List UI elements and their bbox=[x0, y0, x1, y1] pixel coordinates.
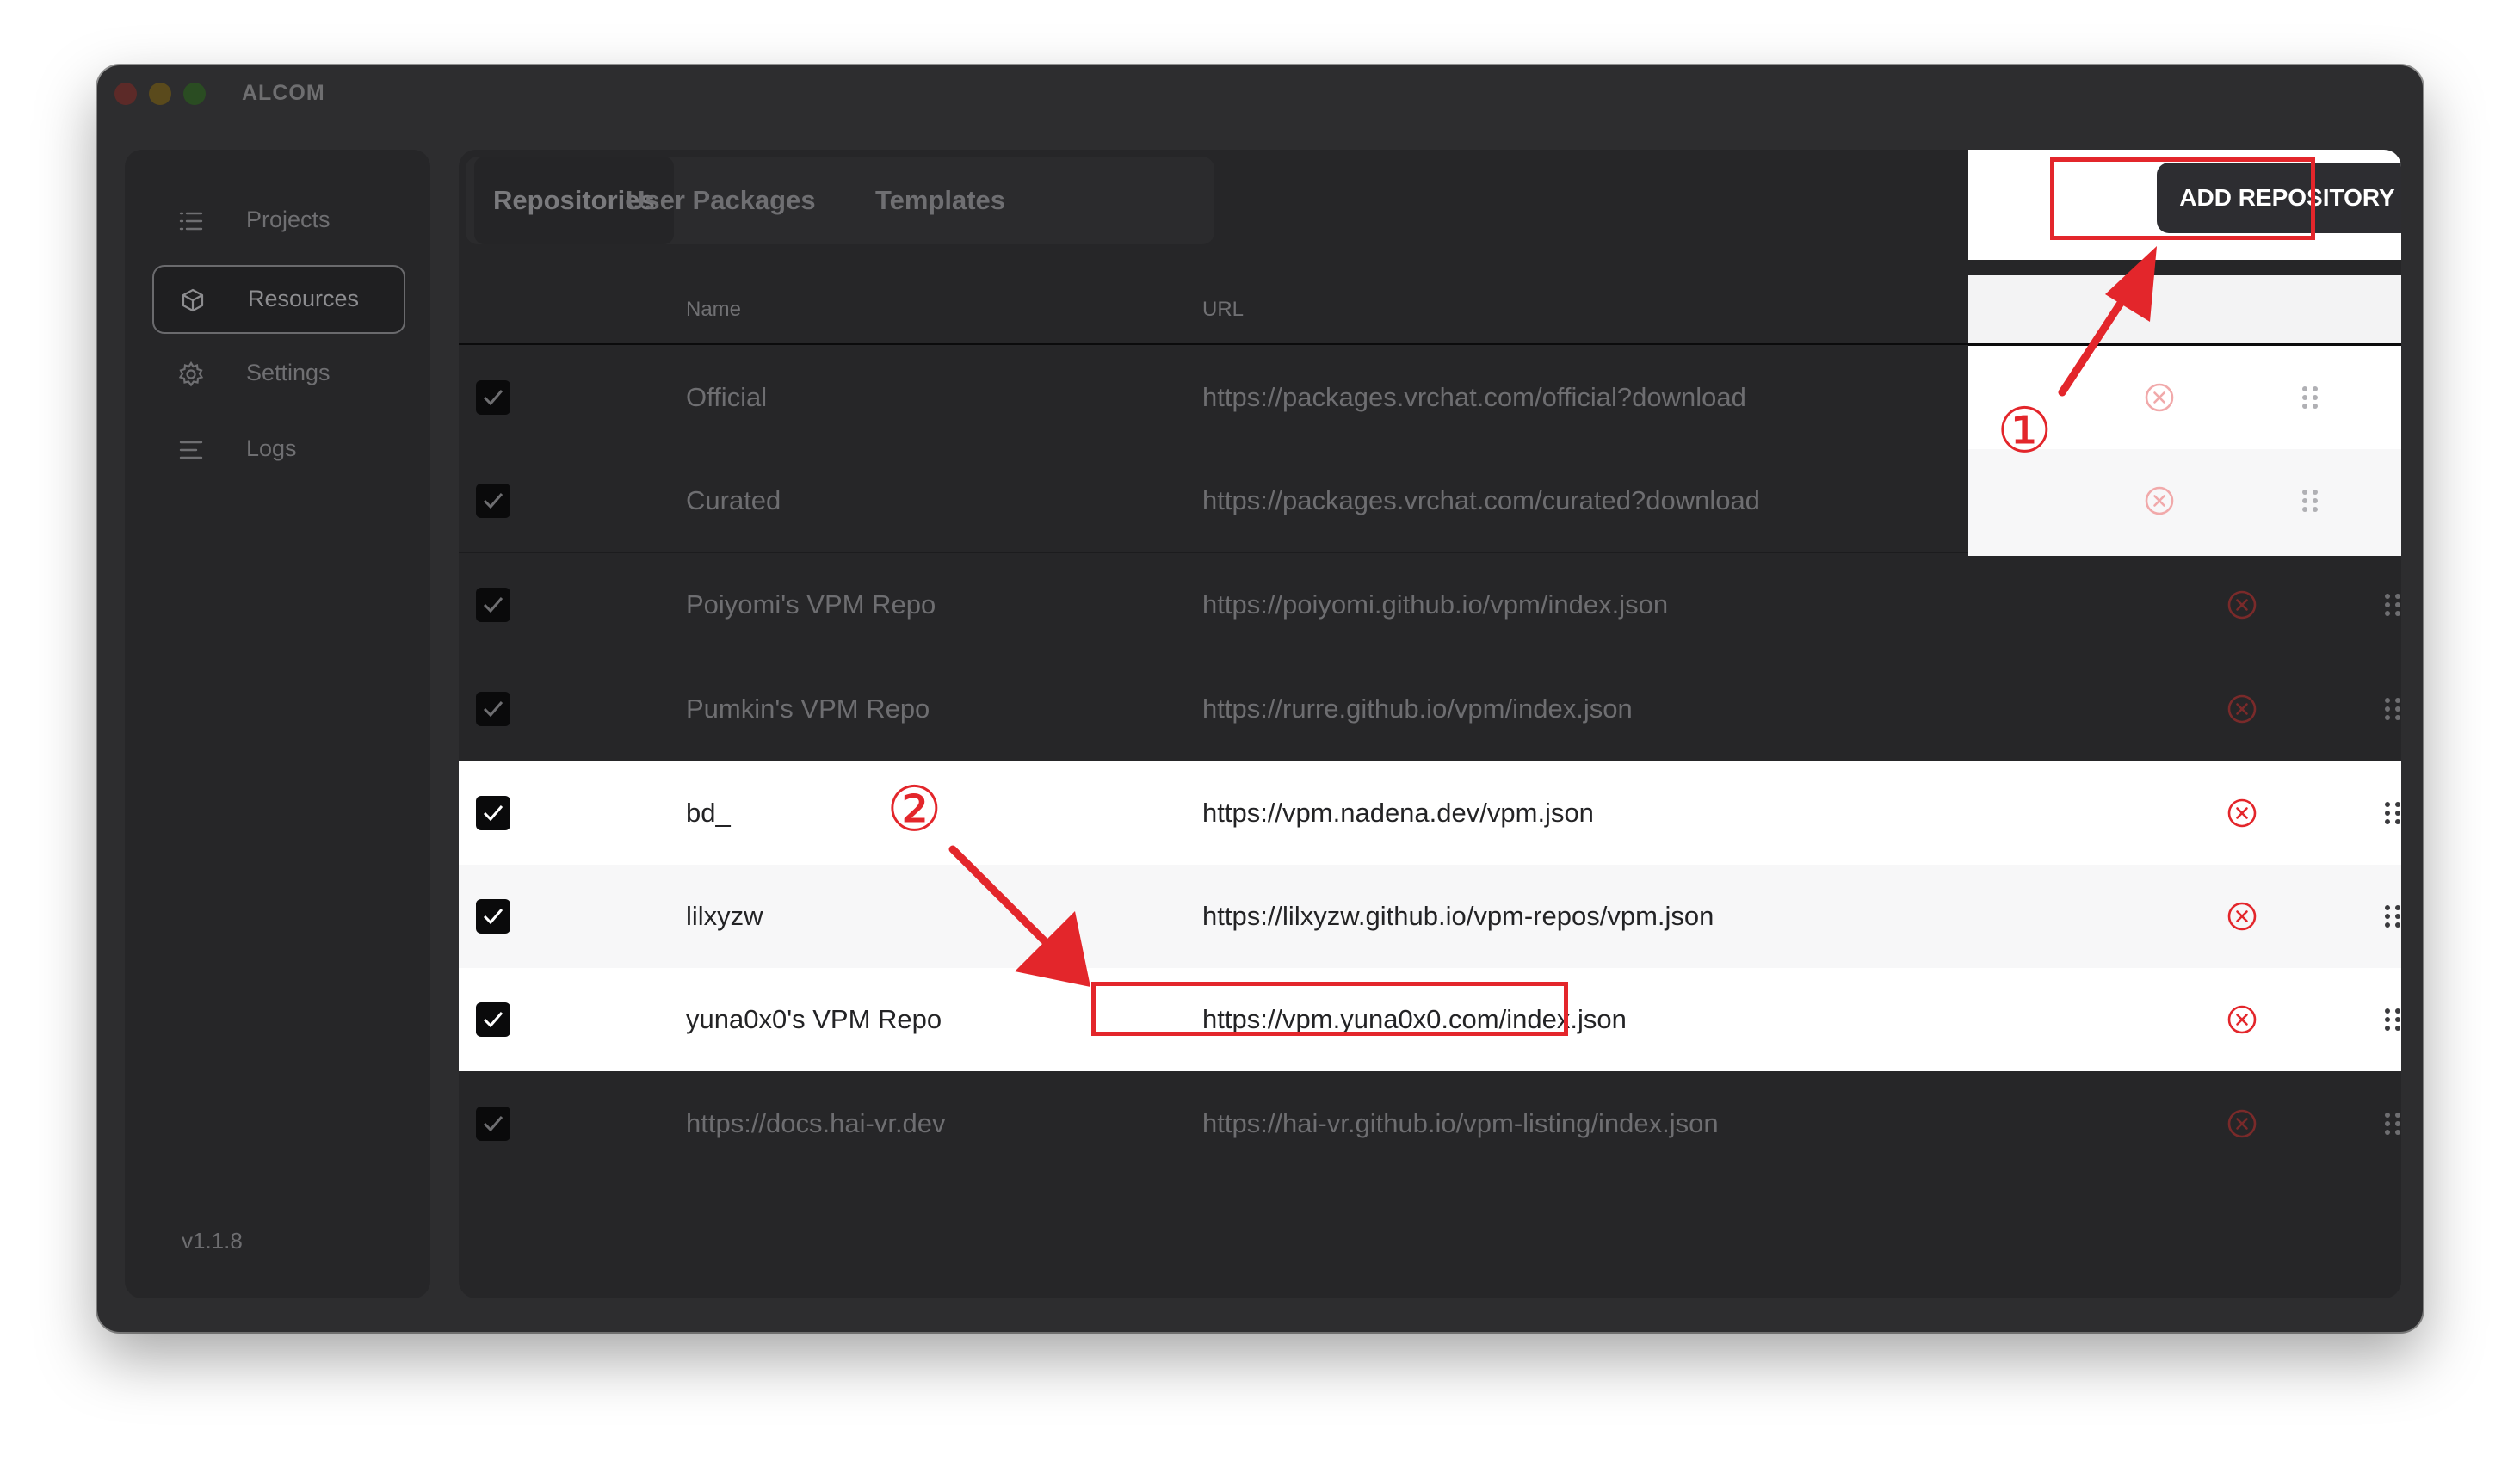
tab-user-packages[interactable]: User Packages bbox=[607, 157, 835, 244]
sidebar: Projects Resources Settings Logs v1.1.8 bbox=[125, 150, 430, 1298]
repo-enabled-checkbox[interactable] bbox=[476, 1107, 510, 1141]
repo-name: https://docs.hai-vr.dev bbox=[686, 1108, 946, 1138]
repo-url: https://rurre.github.io/vpm/index.json bbox=[1202, 694, 1633, 724]
check-icon bbox=[483, 1012, 503, 1028]
drag-handle-icon[interactable] bbox=[2377, 1108, 2401, 1139]
annotation-arrow-icon bbox=[948, 845, 1090, 987]
header-divider bbox=[1968, 344, 2401, 346]
sidebar-item-projects[interactable]: Projects bbox=[152, 188, 402, 253]
repo-url: https://packages.vrchat.com/curated?down… bbox=[1202, 485, 1760, 515]
window-title: ALCOM bbox=[242, 81, 325, 105]
annotation-highlight-url bbox=[1091, 982, 1568, 1036]
repo-name: yuna0x0's VPM Repo bbox=[686, 1004, 942, 1034]
repo-url: https://lilxyzw.github.io/vpm-repos/vpm.… bbox=[1202, 901, 1714, 931]
repo-name: Pumkin's VPM Repo bbox=[686, 694, 930, 724]
sidebar-item-settings[interactable]: Settings bbox=[152, 341, 402, 406]
repo-enabled-checkbox[interactable] bbox=[476, 380, 510, 415]
drag-handle-icon[interactable] bbox=[2295, 485, 2325, 516]
remove-circle-icon[interactable] bbox=[2227, 901, 2258, 932]
table-row: https://docs.hai-vr.dev https://hai-vr.g… bbox=[459, 1072, 2401, 1175]
remove-circle-icon[interactable] bbox=[2227, 1108, 2258, 1139]
column-header-name[interactable]: Name bbox=[686, 298, 741, 322]
drag-handle-icon[interactable] bbox=[2295, 382, 2325, 413]
cube-icon bbox=[182, 288, 204, 312]
repo-name: bd_ bbox=[686, 798, 731, 828]
sidebar-item-logs[interactable]: Logs bbox=[152, 416, 402, 482]
repo-enabled-checkbox[interactable] bbox=[476, 588, 510, 622]
table-row: Poiyomi's VPM Repo https://poiyomi.githu… bbox=[459, 553, 2401, 657]
repo-url: https://vpm.nadena.dev/vpm.json bbox=[1202, 798, 1594, 828]
sidebar-item-label: Logs bbox=[246, 435, 297, 461]
repo-name: Official bbox=[686, 382, 768, 412]
list-icon bbox=[179, 212, 203, 231]
remove-circle-icon[interactable] bbox=[2227, 589, 2258, 620]
check-icon bbox=[483, 805, 503, 822]
drag-handle-icon[interactable] bbox=[2377, 694, 2401, 724]
repo-enabled-checkbox[interactable] bbox=[476, 1002, 510, 1037]
check-icon bbox=[483, 597, 503, 613]
check-icon bbox=[483, 1116, 503, 1132]
repo-name: lilxyzw bbox=[686, 901, 763, 931]
sidebar-item-label: Settings bbox=[246, 360, 330, 385]
repo-name: Poiyomi's VPM Repo bbox=[686, 589, 936, 620]
check-icon bbox=[483, 390, 503, 406]
check-icon bbox=[483, 493, 503, 509]
repo-enabled-checkbox[interactable] bbox=[476, 484, 510, 518]
drag-handle-icon[interactable] bbox=[2377, 901, 2401, 932]
annotation-arrow-icon bbox=[2058, 246, 2157, 397]
gear-icon bbox=[178, 361, 204, 387]
maximize-window-button[interactable] bbox=[183, 83, 206, 105]
close-window-button[interactable] bbox=[114, 83, 137, 105]
remove-circle-icon[interactable] bbox=[2227, 1004, 2258, 1035]
repo-enabled-checkbox[interactable] bbox=[476, 796, 510, 830]
column-header-url[interactable]: URL bbox=[1202, 298, 1244, 322]
remove-circle-icon[interactable] bbox=[2227, 694, 2258, 724]
annotation-highlight-add-button bbox=[2050, 157, 2315, 240]
check-icon bbox=[483, 701, 503, 718]
repo-url: https://hai-vr.github.io/vpm-listing/ind… bbox=[1202, 1108, 1719, 1138]
repo-enabled-checkbox[interactable] bbox=[476, 692, 510, 726]
highlight-overlay bbox=[1968, 275, 2401, 346]
minimize-window-button[interactable] bbox=[149, 83, 171, 105]
drag-handle-icon[interactable] bbox=[2377, 1004, 2401, 1035]
tab-bar: Repositories User Packages Templates bbox=[466, 157, 1214, 244]
sidebar-item-resources[interactable]: Resources bbox=[152, 265, 405, 334]
table-row: bd_ https://vpm.nadena.dev/vpm.json bbox=[459, 761, 2401, 865]
repo-enabled-checkbox[interactable] bbox=[476, 899, 510, 934]
table-row: Pumkin's VPM Repo https://rurre.github.i… bbox=[459, 657, 2401, 761]
sidebar-item-label: Resources bbox=[248, 286, 360, 311]
table-row: lilxyzw https://lilxyzw.github.io/vpm-re… bbox=[459, 865, 2401, 968]
annotation-step-1: ① bbox=[1997, 394, 2053, 466]
tab-templates[interactable]: Templates bbox=[856, 157, 1024, 244]
check-icon bbox=[483, 909, 503, 925]
remove-circle-icon[interactable] bbox=[2144, 485, 2175, 516]
drag-handle-icon[interactable] bbox=[2377, 798, 2401, 829]
sidebar-item-label: Projects bbox=[246, 207, 330, 232]
annotation-step-2: ② bbox=[886, 773, 942, 845]
app-version: v1.1.8 bbox=[182, 1228, 243, 1254]
remove-circle-icon[interactable] bbox=[2227, 798, 2258, 829]
logs-icon bbox=[179, 441, 203, 459]
repo-name: Curated bbox=[686, 485, 781, 515]
drag-handle-icon[interactable] bbox=[2377, 589, 2401, 620]
repo-url: https://packages.vrchat.com/official?dow… bbox=[1202, 382, 1746, 412]
repo-url: https://poiyomi.github.io/vpm/index.json bbox=[1202, 589, 1669, 620]
